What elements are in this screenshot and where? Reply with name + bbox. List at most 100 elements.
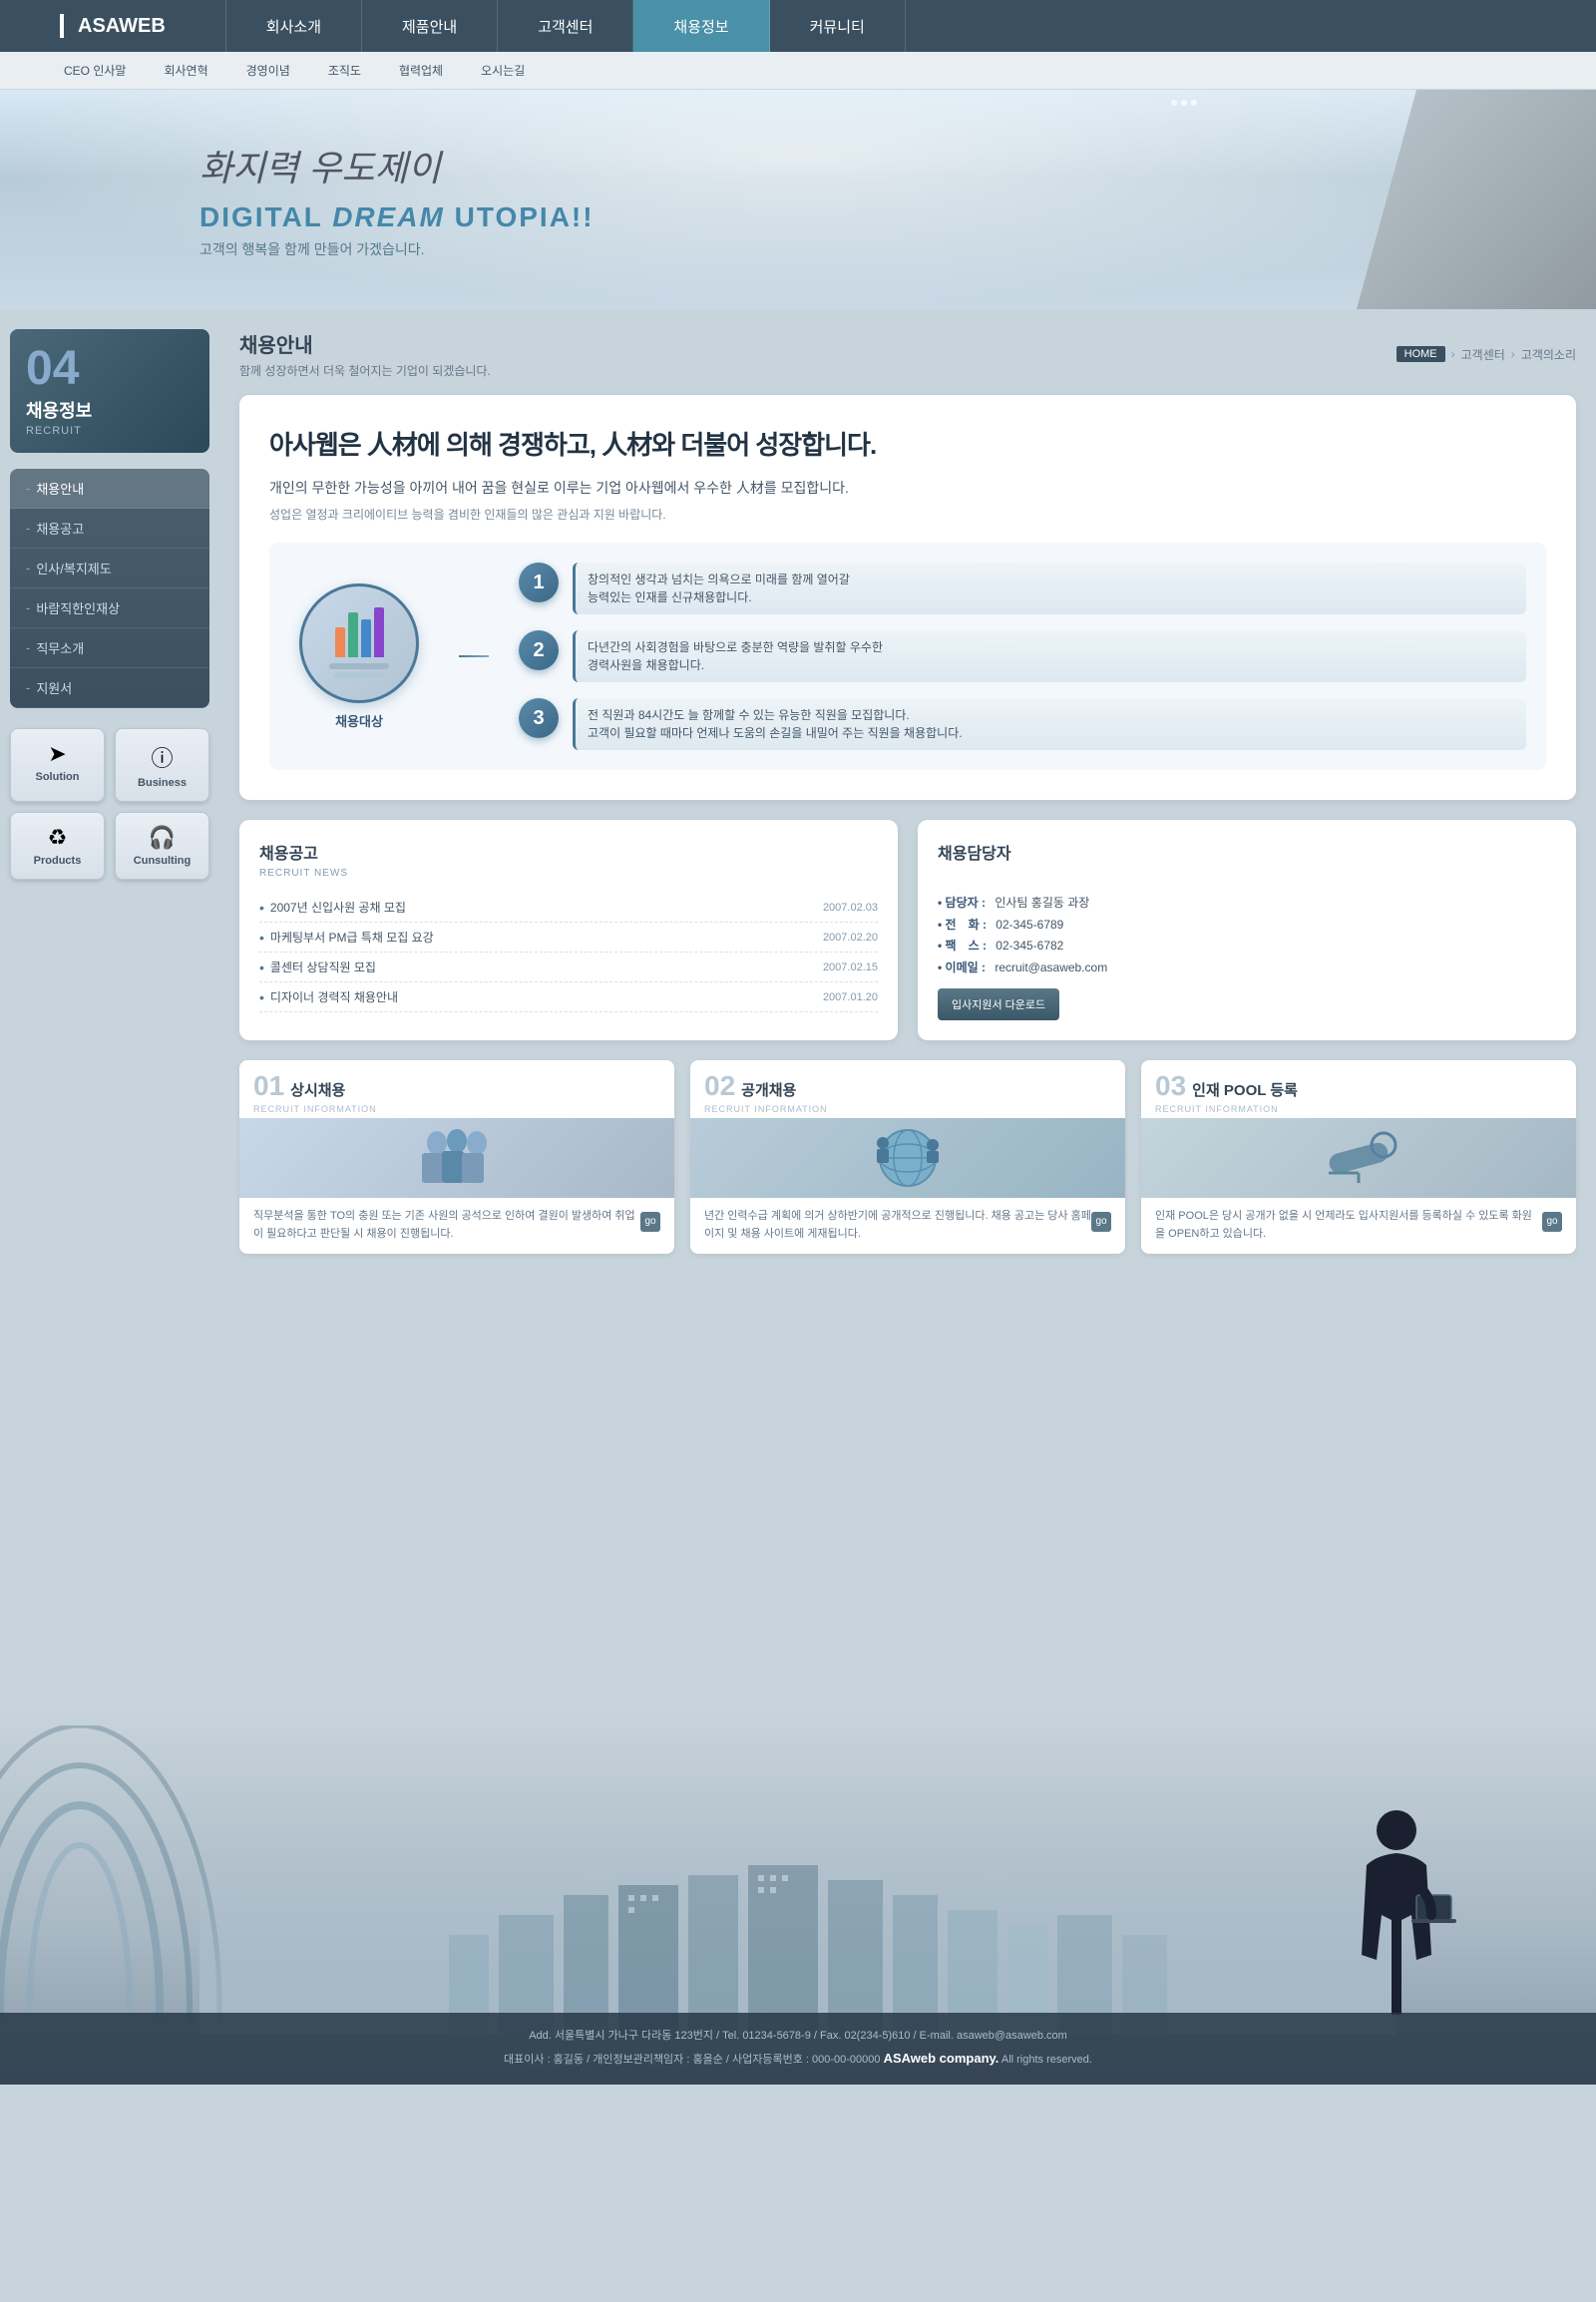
info-box-2-header: 02 공개채용: [690, 1060, 1125, 1104]
contact-fax-label: • 팩 스 :: [938, 939, 987, 953]
contact-box-subtitle: [938, 868, 1556, 879]
go-btn-1[interactable]: go: [640, 1212, 660, 1232]
connector: [459, 655, 489, 657]
sub-nav-ceo[interactable]: CEO 인사말: [60, 60, 130, 81]
sub-nav: CEO 인사말 회사연혁 경영이념 조직도 협력업체 오시는길: [0, 52, 1596, 90]
info-box-1-text: go 직무분석을 통한 TO의 충원 또는 기존 사원의 공석으로 인하여 결원…: [239, 1198, 674, 1253]
news-date-1: 2007.02.03: [823, 902, 878, 914]
sidebar-menu-item-recruit-info[interactable]: 채용안내: [10, 469, 209, 509]
hero-title-highlight: DREAM: [332, 201, 445, 232]
sidebar-menu-item-recruit-post[interactable]: 채용공고: [10, 509, 209, 549]
diagram-area: 채용대상 1 창의적인 생각과 넘치는 의욕으로 미래를 함께 열어갈 능력있는…: [269, 543, 1546, 770]
download-button[interactable]: 입사지원서 다운로드: [938, 988, 1059, 1020]
breadcrumb: HOME › 고객센터 › 고객의소리: [1396, 346, 1576, 363]
logo-text: ASAWEB: [78, 15, 166, 38]
section-header: 채용안내 함께 성장하면서 더욱 철어지는 기업이 되겠습니다. HOME › …: [239, 329, 1576, 379]
contact-box-title: 채용담당자: [938, 840, 1556, 864]
nav-products[interactable]: 제품안내: [362, 0, 498, 52]
top-bar: ASAWEB 회사소개 제품안내 고객센터 채용정보 커뮤니티: [0, 0, 1596, 52]
news-text-2: 마케팅부서 PM급 특채 모집 요강: [270, 929, 434, 946]
sub-nav-location[interactable]: 오시는길: [477, 60, 529, 81]
step-circle-3: 3: [519, 698, 559, 738]
step-text-3: 전 직원과 84시간도 늘 함께할 수 있는 유능한 직원을 모집합니다. 고객…: [573, 698, 1526, 750]
main-content-box: 아사웹은 人材에 의해 경쟁하고, 人材와 더불어 성장합니다. 개인의 무한한…: [239, 395, 1576, 800]
info-box-1-title: 상시채용: [290, 1079, 345, 1100]
solution-label: Solution: [19, 771, 96, 783]
sub-nav-org[interactable]: 조직도: [324, 60, 365, 81]
contact-name-label: • 담당자 :: [938, 896, 986, 910]
footer-logo: ASAweb company.: [884, 2051, 999, 2066]
nav-customer[interactable]: 고객센터: [498, 0, 633, 52]
contact-email-value: recruit@asaweb.com: [995, 960, 1107, 974]
step-text-1: 창의적인 생각과 넘치는 의욕으로 미래를 함께 열어갈 능력있는 인재를 신규…: [573, 563, 1526, 614]
business-icon: ⓘ: [124, 741, 200, 773]
info-box-3-text: go 인재 POOL은 당시 공개가 없을 시 언제라도 입사지원서를 등록하실…: [1141, 1198, 1576, 1253]
sidebar-menu-item-hr[interactable]: 인사/복지제도: [10, 549, 209, 588]
diagram-center: 채용대상: [289, 583, 429, 730]
contact-name-value: 인사팀 홍길동 과장: [995, 896, 1089, 910]
sub-nav-partner[interactable]: 협력업체: [395, 60, 447, 81]
sidebar-btn-consulting[interactable]: 🎧 Cunsulting: [115, 812, 209, 880]
contact-tel: • 전 화 : 02-345-6789: [938, 915, 1556, 937]
contact-name: • 담당자 : 인사팀 홍길동 과장: [938, 893, 1556, 915]
logo[interactable]: ASAWEB: [60, 14, 166, 38]
news-box-title: 채용공고: [259, 840, 878, 864]
sidebar-banner: 04 채용정보 RECRUIT: [10, 329, 209, 453]
contact-fax: • 팩 스 : 02-345-6782: [938, 936, 1556, 958]
recruit-sub2: 성업은 열정과 크리에이티브 능력을 겸비한 인재들의 많은 관심과 지원 바랍…: [269, 506, 1546, 523]
sidebar-btn-business[interactable]: ⓘ Business: [115, 728, 209, 802]
products-icon: ♻: [19, 825, 96, 851]
hero-korean-text: 화지력 우도제이: [200, 140, 595, 192]
sidebar-title-en: RECRUIT: [26, 425, 194, 437]
go-btn-2[interactable]: go: [1091, 1212, 1111, 1232]
main-nav: 회사소개 제품안내 고객센터 채용정보 커뮤니티: [225, 0, 1536, 52]
consulting-label: Cunsulting: [124, 855, 200, 867]
nav-company[interactable]: 회사소개: [225, 0, 362, 52]
contact-tel-label: • 전 화 :: [938, 918, 987, 932]
sidebar-btn-products[interactable]: ♻ Products: [10, 812, 105, 880]
footer-buildings: [200, 1835, 1396, 2035]
sidebar-menu-item-apply[interactable]: 지원서: [10, 668, 209, 708]
main-content: 04 채용정보 RECRUIT 채용안내 채용공고 인사/복지제도 바람직한인재…: [0, 309, 1596, 1706]
recruit-sub1: 개인의 무한한 가능성을 아끼어 내어 꿈을 현실로 이루는 기업 아사웹에서 …: [269, 478, 1546, 498]
section-desc: 함께 성장하면서 더욱 철어지는 기업이 되겠습니다.: [239, 362, 491, 379]
sidebar-menu-item-talent[interactable]: 바람직한인재상: [10, 588, 209, 628]
step-circle-2: 2: [519, 630, 559, 670]
sidebar-number: 04: [26, 345, 194, 393]
sidebar-title-kr: 채용정보: [26, 397, 194, 423]
recruit-boxes: 채용공고 RECRUIT NEWS • 2007년 신입사원 공채 모집 200…: [239, 820, 1576, 1040]
bullet-2: •: [259, 930, 264, 946]
diagram-label: 채용대상: [289, 711, 429, 730]
news-box-subtitle: RECRUIT NEWS: [259, 868, 878, 879]
hero-title-part2: UTOPIA!!: [455, 201, 595, 232]
products-label: Products: [19, 855, 96, 867]
contact-email: • 이메일 : recruit@asaweb.com: [938, 958, 1556, 979]
sub-nav-management[interactable]: 경영이념: [242, 60, 294, 81]
sidebar-btn-solution[interactable]: ➤ Solution: [10, 728, 105, 802]
go-btn-3[interactable]: go: [1542, 1212, 1562, 1232]
bar-chart: [335, 607, 384, 657]
nav-recruit[interactable]: 채용정보: [633, 0, 769, 52]
info-box-3-title: 인재 POOL 등록: [1192, 1079, 1298, 1100]
news-text-4: 디자이너 경력직 채용안내: [270, 988, 398, 1005]
news-item-2: • 마케팅부서 PM급 특채 모집 요강 2007.02.20: [259, 923, 878, 953]
news-date-4: 2007.01.20: [823, 991, 878, 1003]
news-item-4: • 디자이너 경력직 채용안내 2007.01.20: [259, 982, 878, 1012]
sidebar-menu-item-jobs[interactable]: 직무소개: [10, 628, 209, 668]
step-item-1: 1 창의적인 생각과 넘치는 의욕으로 미래를 함께 열어갈 능력있는 인재를 …: [519, 563, 1526, 614]
hero-banner: 화지력 우도제이 DIGITAL DREAM UTOPIA!! 고객의 행복을 …: [0, 90, 1596, 309]
page-wrapper: ASAWEB 회사소개 제품안내 고객센터 채용정보 커뮤니티: [0, 0, 1596, 2085]
footer-decor: Add. 서울특별시 가나구 다라동 123번지 / Tel. 01234-56…: [0, 1706, 1596, 2085]
news-item-1: • 2007년 신입사원 공채 모집 2007.02.03: [259, 893, 878, 923]
breadcrumb-mid: 고객센터: [1461, 346, 1505, 363]
step-item-2: 2 다년간의 사회경험을 바탕으로 충분한 역량을 발취할 우수한 경력사원을 …: [519, 630, 1526, 682]
bullet-4: •: [259, 989, 264, 1005]
contact-info: • 담당자 : 인사팀 홍길동 과장 • 전 화 : 02-345-6789 •…: [938, 893, 1556, 978]
info-box-3-en: RECRUIT INFORMATION: [1141, 1104, 1576, 1118]
nav-community[interactable]: 커뮤니티: [770, 0, 906, 52]
contact-tel-value: 02-345-6789: [996, 918, 1063, 932]
sub-nav-history[interactable]: 회사연혁: [160, 60, 211, 81]
hero-title-part1: DIGITAL: [200, 201, 332, 232]
info-box-2-en: RECRUIT INFORMATION: [690, 1104, 1125, 1118]
hero-dots: [1171, 100, 1197, 106]
